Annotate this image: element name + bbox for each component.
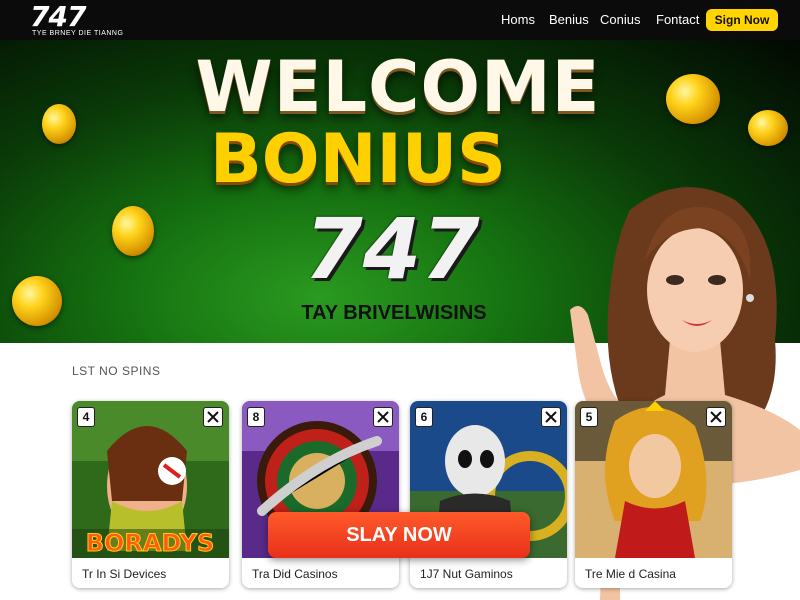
close-icon[interactable] xyxy=(541,407,561,427)
card-art-text: BORADYS xyxy=(86,529,215,557)
card-number: 8 xyxy=(247,407,265,427)
game-card[interactable]: BORADYS 4 Tr In Si Devices xyxy=(72,401,229,588)
card-title: Tra Did Casinos xyxy=(252,567,338,581)
card-number: 5 xyxy=(580,407,598,427)
hero-headline-1: WELCOME xyxy=(195,46,601,128)
sign-now-button[interactable]: Sign Now xyxy=(706,9,778,31)
card-number: 4 xyxy=(77,407,95,427)
close-icon[interactable] xyxy=(373,407,393,427)
close-icon[interactable] xyxy=(706,407,726,427)
card-number: 6 xyxy=(415,407,433,427)
close-icon[interactable] xyxy=(203,407,223,427)
logo[interactable]: 747 TYE BRNEY DIE TIANNG xyxy=(30,0,130,40)
play-now-button[interactable]: SLAY NOW xyxy=(268,512,530,558)
card-title: 1J7 Nut Gaminos xyxy=(420,567,513,581)
card-title: Tre Mie d Casina xyxy=(585,567,676,581)
section-label: LST NO SPINS xyxy=(72,364,161,378)
nav-link-bonus[interactable]: Benius xyxy=(549,12,589,27)
game-card[interactable]: 5 Tre Mie d Casina xyxy=(575,401,732,588)
nav-link-home[interactable]: Homs xyxy=(501,12,535,27)
game-card[interactable]: 8 Tra Did Casinos xyxy=(242,401,399,588)
logo-number: 747 xyxy=(30,0,86,33)
game-card[interactable]: 6 1J7 Nut Gaminos xyxy=(410,401,567,588)
logo-tagline: TYE BRNEY DIE TIANNG xyxy=(32,30,124,37)
nav-link-casino[interactable]: Conius xyxy=(600,12,640,27)
top-navbar: 747 TYE BRNEY DIE TIANNG Homs Benius Con… xyxy=(0,0,800,40)
card-title: Tr In Si Devices xyxy=(82,567,167,581)
nav-link-contact[interactable]: Fontact xyxy=(656,12,699,27)
